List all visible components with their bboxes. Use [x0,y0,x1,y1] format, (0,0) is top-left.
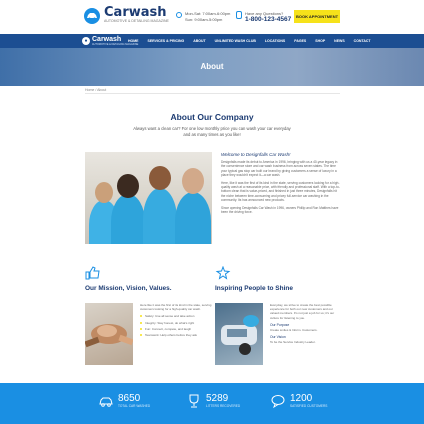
purpose-text: Create smiles & Inform. Customers. [270,327,318,332]
stat-car-washed: 8650 TOTAL CAR WASHED [98,393,150,409]
mission-bullet: Integrity: Stay honest, do what's right [140,321,212,325]
hands-together-image [85,303,133,365]
nav-item-shop[interactable]: SHOP [315,39,325,43]
stat-label: LITTERS RECOVERED [206,403,241,408]
breadcrumb-home[interactable]: Home [85,88,94,92]
breadcrumb: Home / About [85,88,106,92]
nav-item-wash-club[interactable]: UNLIMITED WASH CLUB [215,39,256,43]
about-title: About Our Company [170,112,254,122]
about-text: Welcome to Designfalls Car Wash! Designf… [221,152,341,217]
inspiring-title: Inspiring People to Shine [215,285,294,292]
opening-hours: Mon-Sat: 7:00am-6:00pm Sun: 9:00am-5:00p… [176,11,230,23]
stat-value: 8650 [118,392,141,404]
inspiring-text: Everyday, we strive to create the best p… [270,303,342,347]
inspiring-intro: Everyday, we strive to create the best p… [270,303,335,320]
nav-item-pages[interactable]: PAGES [294,39,306,43]
about-paragraph: Designfalls made its debut to America in… [221,160,338,178]
car-logo-icon: ● [82,37,90,45]
stat-label: SATISFIED CUSTOMERS [290,403,328,408]
phone-icon [236,11,242,19]
phone-number[interactable]: 1-800-123-4567 [245,16,291,24]
about-paragraph: Here, like it was the first of its kind … [221,180,340,203]
vision-text: To be the Service Industry Leader. [270,340,316,345]
trophy-icon [186,393,202,409]
page-title: About [200,62,224,71]
team-photo [85,152,212,244]
stat-customers: 1200 SATISFIED CUSTOMERS [270,393,327,409]
mission-title: Our Mission, Vision, Values. [85,285,172,292]
mission-bullet: Fun: Connect, compete, and laugh [140,327,212,331]
book-appointment-button[interactable]: BOOK APPOINTMENT [294,10,340,23]
car-icon [98,393,114,409]
welcome-heading: Welcome to Designfalls Car Wash! [221,152,291,157]
nav-item-services[interactable]: SERVICES & PRICING [148,39,185,43]
nav-item-home[interactable]: HOME [128,39,139,43]
mission-text: Here like it was the first of its kind i… [140,303,212,339]
stat-litters: 5289 LITTERS RECOVERED [186,393,240,409]
mission-bullet: Safety: Use all sense and take action [140,314,212,318]
divider [85,93,340,94]
sparkle-icon [215,265,231,280]
brand-name: Carwash [104,5,167,20]
site-logo[interactable]: Carwash AUTOMOTIVE & DETAILING MAGAZINE [84,5,169,24]
nav-item-contact[interactable]: CONTACT [354,39,371,43]
main-nav: ● Carwash AUTOMOTIVE & DETAILING MAGAZIN… [0,34,424,48]
stat-label: TOTAL CAR WASHED [118,403,151,408]
about-paragraph: Since opening Designfalls Car Wash in 19… [221,205,339,215]
stat-value: 5289 [206,392,229,404]
about-subtitle: Always want a clean car? For one low mon… [133,126,291,137]
nav-item-about[interactable]: ABOUT [193,39,205,43]
stat-value: 1200 [290,392,313,404]
brand-tagline: AUTOMOTIVE & DETAILING MAGAZINE [104,19,169,23]
nav-item-locations[interactable]: LOCATIONS [265,39,285,43]
phone-contact: Have any Questions? 1-800-123-4567 [236,11,291,24]
clock-icon [176,12,182,18]
car-wash-image [215,303,263,365]
vision-label: Our Vision [270,335,286,340]
hours-sunday: Sun: 9:00am-5:00pm [185,17,223,22]
car-logo-icon [84,7,100,24]
stats-bar: 8650 TOTAL CAR WASHED 5289 LITTERS RECOV… [0,383,424,424]
nav-item-news[interactable]: NEWS [334,39,345,43]
mission-intro: Here like it was the first of its kind i… [140,303,212,312]
breadcrumb-current: About [97,88,107,92]
chat-icon [270,393,286,409]
mission-bullet: Teamwork: Help others before they ask [140,333,212,337]
top-header: Carwash AUTOMOTIVE & DETAILING MAGAZINE … [0,0,424,34]
nav-menu: HOME SERVICES & PRICING ABOUT UNLIMITED … [128,34,380,48]
purpose-label: Our Purpose [270,322,290,327]
thumbs-up-icon [85,266,101,280]
